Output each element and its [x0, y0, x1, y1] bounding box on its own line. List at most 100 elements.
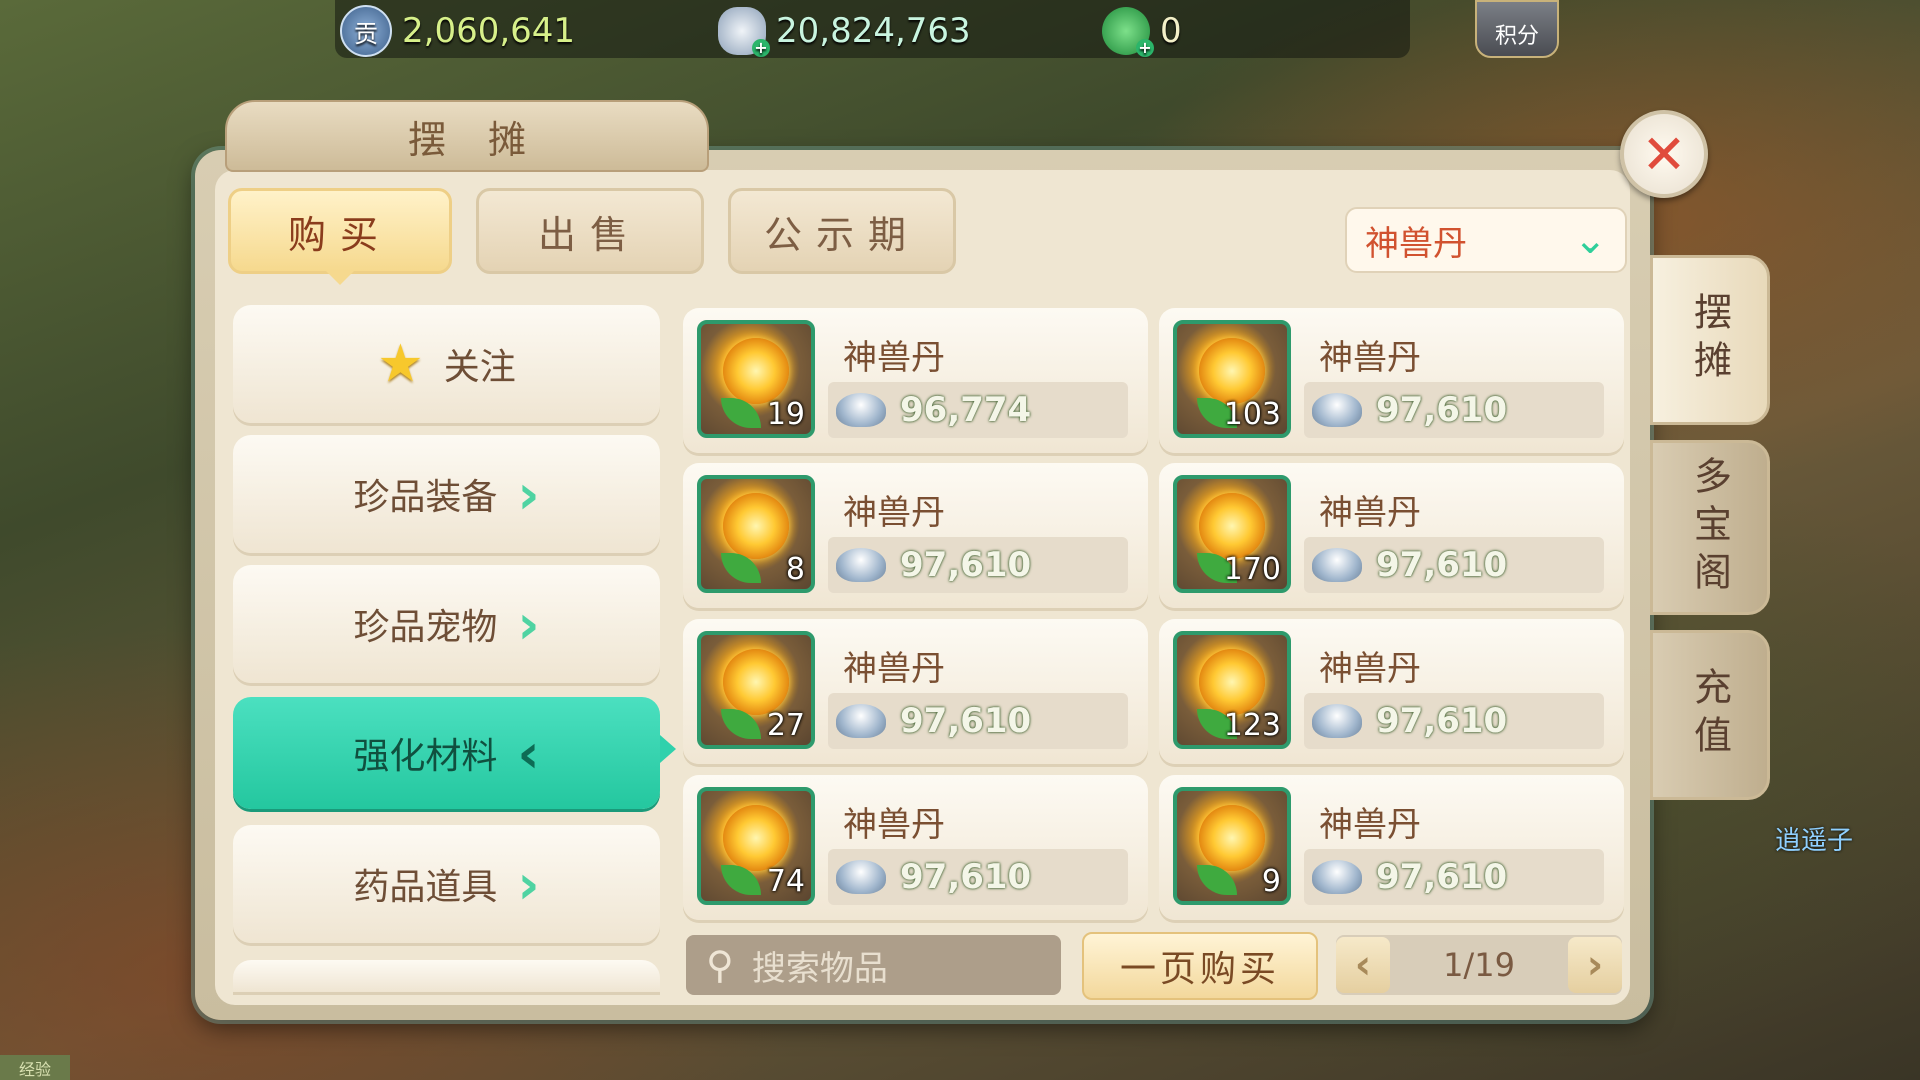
category-label: 药品道具: [353, 867, 498, 908]
category-label: 珍品装备: [353, 477, 498, 518]
item-price: 97,610: [1376, 701, 1508, 741]
side-tab-recharge[interactable]: 充值: [1650, 630, 1770, 800]
beast-pill-icon: 27: [697, 631, 815, 749]
contribution-coin-icon: 贡: [340, 5, 392, 57]
item-price-bar: 97,610: [1304, 382, 1604, 438]
item-card[interactable]: 8 神兽丹 97,610: [683, 463, 1148, 608]
contribution-value: 2,060,641: [402, 11, 576, 51]
side-tab-treasure[interactable]: 多宝阁: [1650, 440, 1770, 615]
item-price: 97,610: [900, 545, 1032, 585]
item-qty: 74: [766, 864, 805, 899]
silver-value: 20,824,763: [776, 11, 971, 51]
beast-pill-icon: 8: [697, 475, 815, 593]
item-price: 97,610: [1376, 857, 1508, 897]
jade-value: 0: [1160, 11, 1182, 51]
dropdown-value: 神兽丹: [1365, 223, 1467, 264]
item-name: 神兽丹: [843, 493, 945, 533]
jade-resource: + 0: [1102, 7, 1182, 57]
item-price-bar: 97,610: [1304, 849, 1604, 905]
silver-ingot-icon: [836, 393, 886, 427]
item-qty: 170: [1223, 552, 1281, 587]
item-card[interactable]: 19 神兽丹 96,774: [683, 308, 1148, 453]
search-icon: ⚲: [706, 943, 734, 987]
chevron-left-icon[interactable]: ‹: [1336, 937, 1390, 993]
window-title: 摆摊: [407, 117, 568, 162]
category-rare-equipment[interactable]: 珍品装备 ›: [233, 435, 660, 553]
tab-public-period-label: 公示期: [763, 212, 920, 257]
category-medicine-items[interactable]: 药品道具 ›: [233, 825, 660, 943]
silver-ingot-icon: [836, 548, 886, 582]
item-card[interactable]: 103 神兽丹 97,610: [1159, 308, 1624, 453]
silver-ingot-icon: [1312, 860, 1362, 894]
beast-pill-icon: 170: [1173, 475, 1291, 593]
silver-ingot-icon: [1312, 548, 1362, 582]
tab-buy-label: 购买: [287, 212, 392, 257]
category-label: 强化材料: [353, 736, 498, 777]
item-qty: 123: [1223, 708, 1281, 743]
item-card[interactable]: 123 神兽丹 97,610: [1159, 619, 1624, 764]
chevron-right-icon[interactable]: ›: [1567, 937, 1622, 993]
silver-ingot-icon[interactable]: +: [718, 7, 770, 57]
close-icon: ✕: [1641, 122, 1687, 186]
tab-sell[interactable]: 出售: [476, 188, 704, 274]
tab-public-period[interactable]: 公示期: [728, 188, 956, 274]
beast-pill-icon: 19: [697, 320, 815, 438]
npc-name-label[interactable]: 逍遥子: [1775, 820, 1853, 857]
star-icon: ★: [377, 334, 424, 394]
item-price-bar: 96,774: [828, 382, 1128, 438]
category-label: 关注: [443, 347, 516, 388]
exp-bar-label: 经验: [0, 1055, 70, 1080]
beast-pill-icon: 123: [1173, 631, 1291, 749]
chevron-right-icon: ›: [517, 592, 540, 656]
search-input[interactable]: ⚲ 搜索物品: [686, 935, 1061, 995]
jade-icon[interactable]: +: [1102, 7, 1154, 57]
window-title-plate: 摆摊: [225, 100, 709, 172]
item-qty: 8: [785, 552, 805, 587]
score-button[interactable]: 积分: [1475, 0, 1559, 58]
item-price: 97,610: [900, 701, 1032, 741]
silver-ingot-icon: [836, 860, 886, 894]
beast-pill-icon: 74: [697, 787, 815, 905]
close-button[interactable]: ✕: [1620, 110, 1708, 198]
item-qty: 19: [766, 397, 805, 432]
item-name: 神兽丹: [843, 649, 945, 689]
tab-buy[interactable]: 购买: [228, 188, 452, 285]
item-card[interactable]: 170 神兽丹 97,610: [1159, 463, 1624, 608]
page-indicator: 1/19: [1443, 946, 1515, 984]
category-follow[interactable]: ★ 关注: [233, 305, 660, 423]
item-price-bar: 97,610: [828, 693, 1128, 749]
item-filter-dropdown[interactable]: 神兽丹 ⌄: [1345, 207, 1627, 273]
chevron-right-icon: ›: [517, 852, 540, 916]
category-enhancement-material[interactable]: 强化材料 ‹: [233, 697, 660, 809]
item-name: 神兽丹: [1319, 338, 1421, 378]
chevron-down-icon: ⌄: [1573, 217, 1607, 263]
item-price: 96,774: [900, 390, 1032, 430]
buy-page-button[interactable]: 一页购买: [1082, 932, 1318, 1000]
item-qty: 9: [1261, 864, 1281, 899]
item-card[interactable]: 9 神兽丹 97,610: [1159, 775, 1624, 920]
item-card[interactable]: 27 神兽丹 97,610: [683, 619, 1148, 764]
item-name: 神兽丹: [843, 805, 945, 845]
category-rare-pet[interactable]: 珍品宠物 ›: [233, 565, 660, 683]
silver-ingot-icon: [1312, 704, 1362, 738]
category-partial[interactable]: [233, 960, 660, 992]
silver-ingot-icon: [836, 704, 886, 738]
contribution-resource: 贡 2,060,641: [340, 5, 576, 57]
item-name: 神兽丹: [1319, 649, 1421, 689]
silver-ingot-icon: [1312, 393, 1362, 427]
pagination: ‹ 1/19 ›: [1336, 935, 1622, 995]
beast-pill-icon: 103: [1173, 320, 1291, 438]
beast-pill-icon: 9: [1173, 787, 1291, 905]
item-qty: 27: [766, 708, 805, 743]
category-label: 珍品宠物: [353, 607, 498, 648]
item-price-bar: 97,610: [1304, 693, 1604, 749]
item-price-bar: 97,610: [828, 537, 1128, 593]
item-price-bar: 97,610: [828, 849, 1128, 905]
item-name: 神兽丹: [1319, 493, 1421, 533]
item-card[interactable]: 74 神兽丹 97,610: [683, 775, 1148, 920]
item-price: 97,610: [1376, 545, 1508, 585]
item-price: 97,610: [1376, 390, 1508, 430]
item-qty: 103: [1223, 397, 1281, 432]
item-price: 97,610: [900, 857, 1032, 897]
side-tab-stall[interactable]: 摆摊: [1650, 255, 1770, 425]
